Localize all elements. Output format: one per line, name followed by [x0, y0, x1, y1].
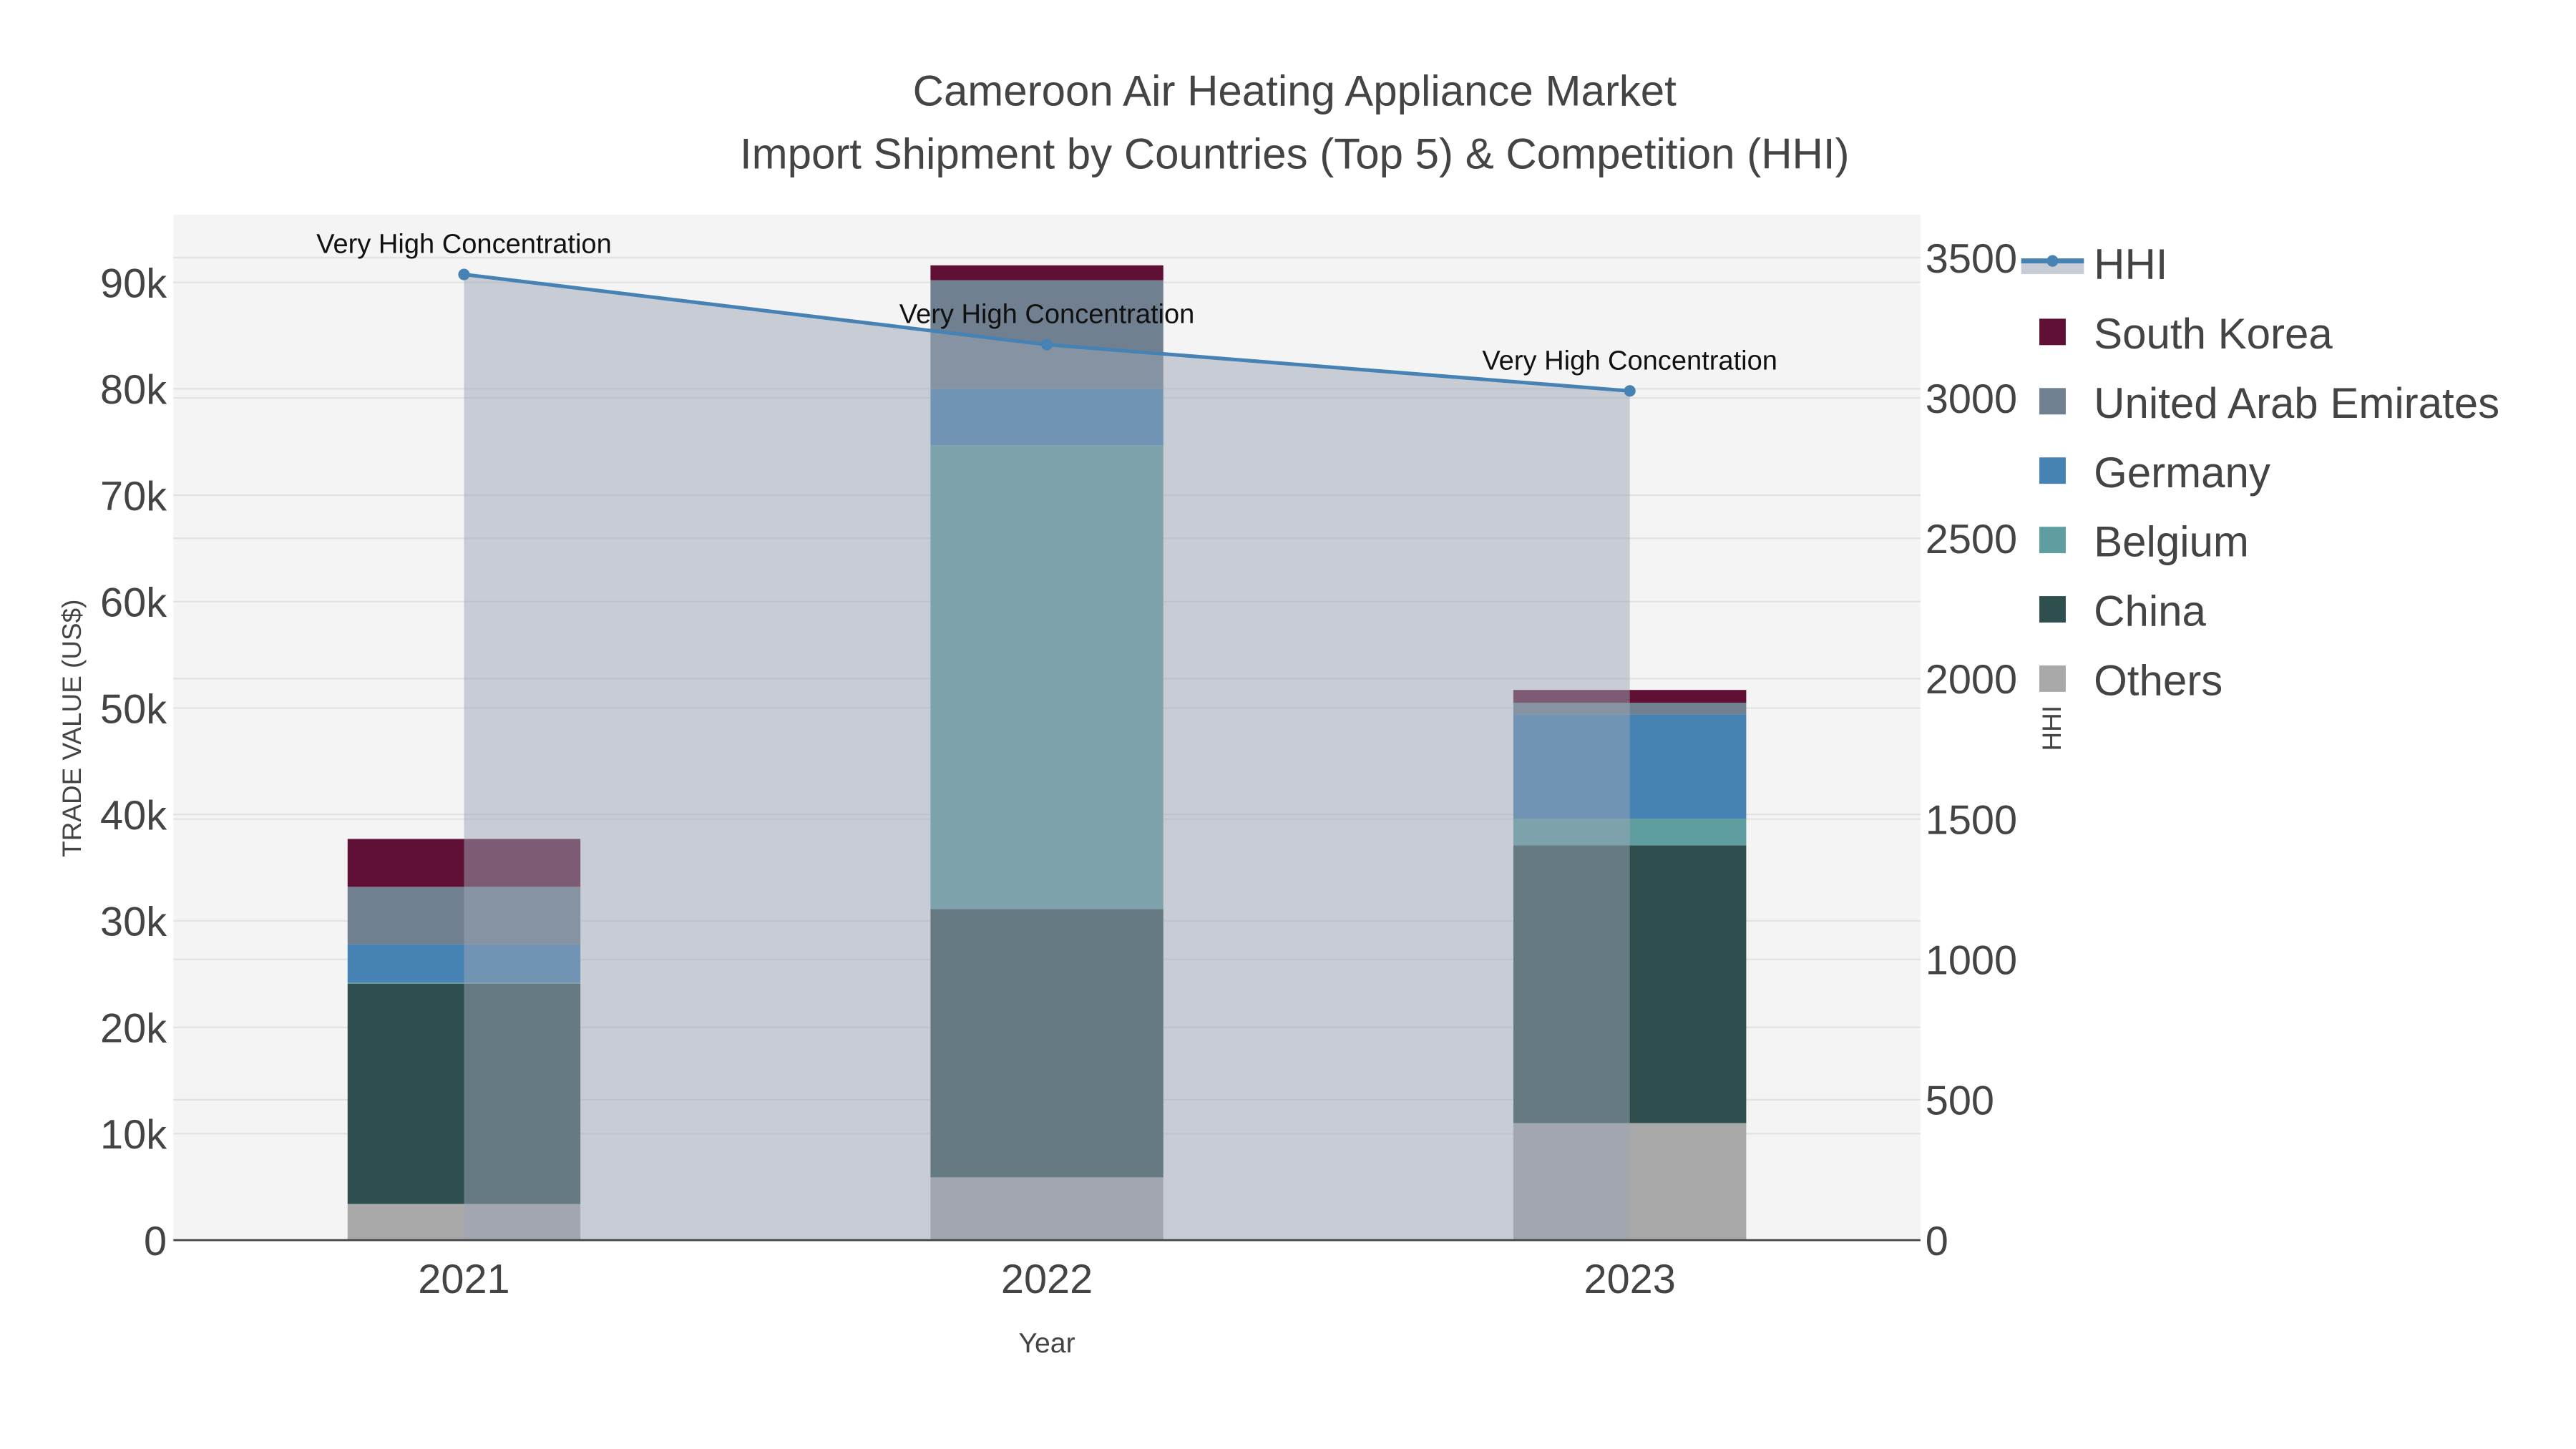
y2-tick-label: 0	[1926, 1219, 1948, 1264]
y-tick-label: 0	[144, 1219, 167, 1264]
y-tick-label: 90k	[100, 260, 167, 306]
hhi-annotation: Very High Concentration	[1482, 346, 1777, 376]
y-tick-label: 40k	[100, 793, 167, 839]
y-tick-label: 50k	[100, 686, 167, 732]
hhi-annotation: Very High Concentration	[899, 300, 1195, 330]
y2-tick-label: 3500	[1926, 236, 2017, 282]
hhi-point	[1041, 338, 1053, 351]
x-tick-label: 2021	[418, 1257, 509, 1302]
hhi-annotation: Very High Concentration	[316, 230, 612, 260]
hhi-area-fill	[464, 274, 1630, 1241]
legend-label: South Korea	[2094, 310, 2333, 358]
hhi-point	[1624, 385, 1636, 397]
x-axis-title: Year	[1018, 1327, 1075, 1359]
legend-swatch-china	[2039, 596, 2066, 623]
chart-title-line2: Import Shipment by Countries (Top 5) & C…	[740, 130, 1850, 177]
legend-swatch-south-korea	[2039, 318, 2066, 346]
hhi-area	[464, 274, 1630, 1241]
legend-swatch-germany	[2039, 457, 2066, 484]
y-tick-label: 30k	[100, 899, 167, 945]
x-tick-label: 2022	[1001, 1257, 1093, 1302]
x-tick-label: 2023	[1584, 1257, 1676, 1302]
y2-tick-label: 1000	[1926, 938, 2017, 984]
legend-swatch-united-arab-emirates	[2039, 388, 2066, 415]
chart: Very High Concentration Very High Concent…	[0, 0, 2576, 1449]
chart-title-line1: Cameroon Air Heating Appliance Market	[913, 67, 1677, 115]
legend-label: United Arab Emirates	[2094, 379, 2499, 427]
legend-hhi-marker	[2046, 255, 2059, 267]
y-tick-label: 20k	[100, 1005, 167, 1051]
y2-axis-title: HHI	[2037, 706, 2067, 751]
y-tick-label: 60k	[100, 580, 167, 626]
y-tick-label: 80k	[100, 367, 167, 413]
y2-tick-label: 1500	[1926, 797, 2017, 843]
y2-tick-label: 2000	[1926, 657, 2017, 703]
legend-label: China	[2094, 587, 2206, 635]
y-tick-label: 70k	[100, 474, 167, 519]
legend-label-hhi: HHI	[2094, 240, 2167, 288]
y-axis-title: TRADE VALUE (US$)	[57, 600, 87, 857]
bar-south-korea	[930, 265, 1163, 280]
hhi-point	[458, 268, 470, 280]
legend-swatch-belgium	[2039, 527, 2066, 554]
y-tick-label: 10k	[100, 1112, 167, 1158]
y2-tick-label: 2500	[1926, 517, 2017, 562]
legend-label: Belgium	[2094, 518, 2249, 566]
legend-swatch-others	[2039, 665, 2066, 692]
y2-tick-label: 500	[1926, 1078, 1994, 1124]
legend-label: Germany	[2094, 449, 2270, 497]
y2-tick-label: 3000	[1926, 376, 2017, 422]
legend-label: Others	[2094, 657, 2223, 705]
